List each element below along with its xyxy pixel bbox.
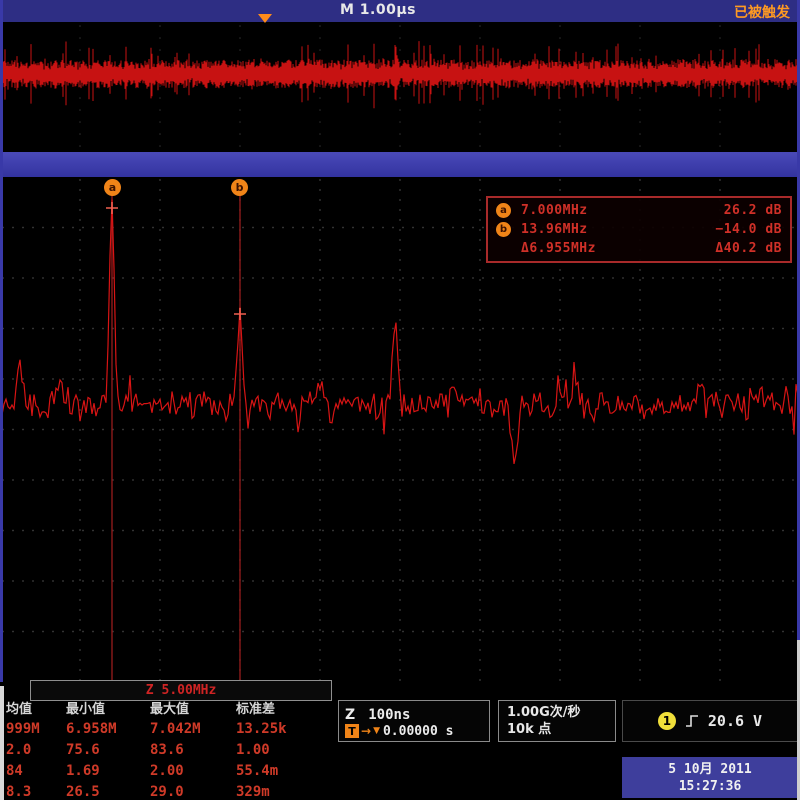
cell: 83.6 — [150, 742, 184, 758]
fft-display: a b a 7.000MHz 26.2 dB b 13.96MHz −14.0 … — [0, 177, 800, 682]
channel-1-badge: 1 — [658, 712, 676, 730]
trigger-panel[interactable]: 1 20.6 V — [622, 700, 798, 742]
table-row: 8.3 26.5 29.0 329m — [0, 784, 336, 800]
table-row: 999M 6.958M 7.042M 13.25k — [0, 721, 336, 739]
cell: 29.0 — [150, 784, 184, 800]
cursor-a-icon: a — [496, 203, 511, 218]
cell: 8.3 — [6, 784, 31, 800]
cell: 1.69 — [66, 763, 100, 779]
cursor-a-readout-row: a 7.000MHz 26.2 dB — [496, 201, 782, 220]
cell: 2.0 — [6, 742, 31, 758]
math-channel-label: Z — [146, 683, 154, 698]
header-mean: 均值 — [6, 698, 32, 717]
cursor-a-badge-label: a — [109, 181, 116, 194]
time-display: 15:27:36 — [622, 778, 798, 795]
math-channel-scale: 5.00MHz — [162, 683, 217, 698]
cursor-delta-level: Δ40.2 dB — [715, 241, 782, 256]
timebase-readout: M 1.00µs — [340, 2, 416, 18]
table-row: 84 1.69 2.00 55.4m — [0, 763, 336, 781]
marker-down-icon: ▼ — [373, 726, 380, 736]
cell: 55.4m — [236, 763, 278, 779]
time-domain-waveform — [0, 22, 800, 152]
cursor-b-level: −14.0 dB — [715, 222, 782, 237]
math-channel-readout[interactable]: Z 5.00MHz — [30, 680, 332, 701]
table-row: 2.0 75.6 83.6 1.00 — [0, 742, 336, 760]
trigger-level: 20.6 V — [708, 712, 762, 730]
cell: 2.00 — [150, 763, 184, 779]
cell: 84 — [6, 763, 23, 779]
cell: 6.958M — [66, 721, 117, 737]
horizontal-zoom-panel[interactable]: Z 100ns T → ▼ 0.00000 s — [338, 700, 490, 742]
date-display: 5 10月 2011 — [622, 761, 798, 778]
record-length: 10k 点 — [507, 721, 607, 738]
cell: 7.042M — [150, 721, 201, 737]
cell: 75.6 — [66, 742, 100, 758]
cell: 1.00 — [236, 742, 270, 758]
zoom-label: Z — [345, 707, 355, 723]
cursor-delta-frequency: Δ6.955MHz — [521, 241, 596, 256]
cell: 13.25k — [236, 721, 287, 737]
zoom-scale-line: Z 100ns — [345, 704, 483, 722]
trigger-position-value: 0.00000 s — [383, 724, 453, 739]
trigger-position-line: T → ▼ 0.00000 s — [345, 723, 483, 739]
acquisition-panel[interactable]: 1.00G次/秒 10k 点 — [498, 700, 616, 742]
zoom-scale-value: 100ns — [368, 707, 410, 723]
photo-edge-left — [0, 686, 4, 800]
trigger-position-marker-icon[interactable] — [258, 14, 272, 23]
cell: 26.5 — [66, 784, 100, 800]
cursor-a-level: 26.2 dB — [724, 203, 782, 218]
panel-separator — [0, 152, 800, 177]
cell: 999M — [6, 721, 40, 737]
cursor-b-badge[interactable]: b — [231, 179, 248, 196]
arrow-right-icon: → — [361, 724, 371, 738]
trigger-status: 已被触发 — [734, 2, 790, 22]
screen-frame-left — [0, 0, 3, 682]
oscilloscope-screen: M 1.00µs 已被触发 a b a 7.000MHz 26.2 dB b 1… — [0, 0, 800, 800]
cursor-a-badge[interactable]: a — [104, 179, 121, 196]
cursor-a-frequency: 7.000MHz — [521, 203, 588, 218]
cursor-b-badge-label: b — [236, 181, 244, 194]
cursor-delta-readout-row: Δ6.955MHz Δ40.2 dB — [496, 239, 782, 258]
trigger-t-icon: T — [345, 724, 359, 738]
cursor-b-readout-row: b 13.96MHz −14.0 dB — [496, 220, 782, 239]
cursor-b-icon: b — [496, 222, 511, 237]
datetime-panel: 5 10月 2011 15:27:36 — [622, 757, 798, 798]
rising-edge-icon — [685, 714, 699, 728]
top-bar: M 1.00µs 已被触发 — [0, 0, 800, 22]
time-domain-display — [0, 22, 800, 152]
sample-rate: 1.00G次/秒 — [507, 704, 607, 721]
cell: 329m — [236, 784, 270, 800]
cursor-delta-spacer — [496, 241, 511, 256]
cursor-readout-panel: a 7.000MHz 26.2 dB b 13.96MHz −14.0 dB Δ… — [486, 196, 792, 263]
cursor-b-frequency: 13.96MHz — [521, 222, 588, 237]
